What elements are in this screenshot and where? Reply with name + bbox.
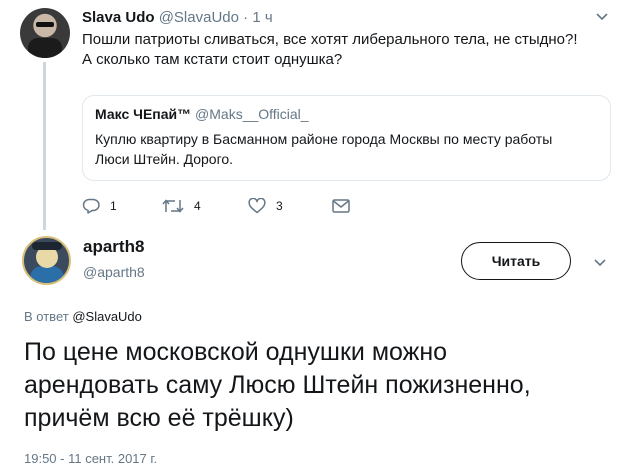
reply-context: В ответ @SlavaUdo [24, 309, 142, 324]
quote-text-line: Люси Штейн. Дорого. [95, 151, 234, 167]
reply-text: По цене московской однушки можно арендов… [24, 336, 614, 435]
like-button[interactable]: 3 [248, 196, 283, 216]
tweet-time[interactable]: 1 ч [252, 9, 272, 26]
tweet-header: Slava Udo @SlavaUdo · 1 ч [82, 9, 273, 26]
reply-text-line: причём всю её трёшку) [24, 404, 294, 432]
avatar-shirt [28, 38, 62, 58]
quoted-tweet[interactable]: Макс ЧЕпай™ @Maks__Official_ Куплю кварт… [82, 95, 611, 181]
envelope-icon [332, 199, 350, 213]
author-handle[interactable]: @aparth8 [83, 264, 145, 280]
like-count: 3 [276, 199, 283, 213]
reply-text-line: По цене московской однушки можно [24, 338, 448, 366]
tweet-actions: 1 4 3 [82, 196, 382, 216]
tweet-text-line: А сколько там кстати стоит однушка? [82, 51, 343, 68]
reply-button[interactable]: 1 [82, 196, 117, 216]
avatar-hat [32, 242, 62, 250]
quote-author-handle: @Maks__Official_ [195, 106, 309, 122]
message-button[interactable] [332, 196, 350, 216]
parent-tweet[interactable]: Slava Udo @SlavaUdo · 1 ч Пошли патриоты… [0, 0, 620, 230]
reply-icon [82, 198, 100, 214]
quote-text: Куплю квартиру в Басманном районе города… [95, 129, 595, 169]
quote-header: Макс ЧЕпай™ @Maks__Official_ [95, 106, 309, 122]
thread-connector [43, 62, 46, 230]
author-handle[interactable]: @SlavaUdo [159, 9, 239, 26]
reply-prefix: В ответ [24, 309, 69, 324]
avatar-body [30, 266, 64, 283]
avatar[interactable] [22, 236, 71, 285]
quote-text-line: Куплю квартиру в Басманном районе города… [95, 131, 553, 147]
author-name[interactable]: aparth8 [83, 237, 144, 257]
reply-count: 1 [110, 199, 117, 213]
avatar[interactable] [20, 8, 70, 58]
quote-author-name: Макс ЧЕпай™ [95, 106, 192, 122]
avatar-sunglasses [36, 22, 54, 27]
follow-button[interactable]: Читать [461, 242, 571, 280]
separator-dot: · [243, 9, 249, 26]
retweet-button[interactable]: 4 [162, 196, 201, 216]
retweet-count: 4 [194, 199, 201, 213]
chevron-down-icon[interactable] [594, 259, 606, 267]
heart-icon [248, 198, 266, 214]
tweet-text: Пошли патриоты сливаться, все хотят либе… [82, 30, 592, 70]
tweet-text-line: Пошли патриоты сливаться, все хотят либе… [82, 31, 578, 48]
reply-text-line: арендовать саму Люсю Штейн пожизненно, [24, 371, 531, 399]
author-name[interactable]: Slava Udo [82, 9, 155, 26]
tweet-timestamp[interactable]: 19:50 - 11 сент. 2017 г. [24, 451, 157, 466]
reply-mention-link[interactable]: @SlavaUdo [72, 309, 142, 324]
retweet-icon [162, 198, 184, 214]
chevron-down-icon[interactable] [596, 13, 608, 21]
